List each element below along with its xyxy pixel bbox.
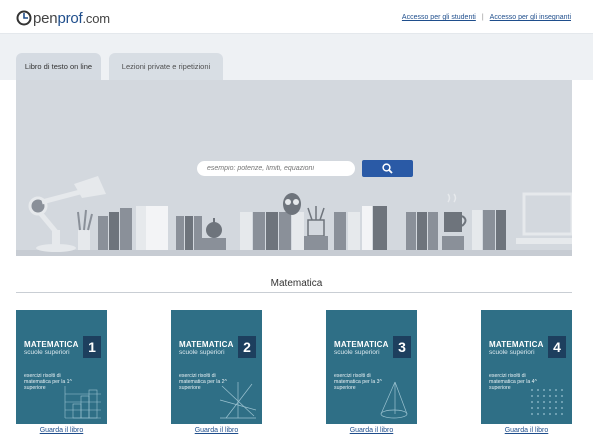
section-title: Matematica [270,278,323,289]
view-book-link[interactable]: Guarda il libro [481,427,572,434]
book-number-badge: 2 [238,336,256,358]
logo-text-pen: pen [33,9,58,27]
pencil-cup-icon [77,209,93,250]
logo-text-prof: prof [57,9,83,27]
teachers-login-link[interactable]: Accesso per gli insegnanti [490,14,571,21]
book-number-badge: 4 [548,336,566,358]
link-separator: | [481,14,484,21]
section-divider [16,292,572,293]
owl-icon [283,193,301,215]
access-links: Accesso per gli studenti | Accesso per g… [402,14,571,21]
tab-private-lessons[interactable]: Lezioni private e ripetizioni [109,53,223,80]
tab-online-textbook[interactable]: Libro di testo on line [16,53,101,80]
top-header: penprof.com Accesso per gli studenti | A… [0,0,593,34]
students-login-link[interactable]: Accesso per gli studenti [402,14,476,21]
apple-icon [202,218,226,250]
book-cover-3[interactable]: MATEMATICA scuole superiori 3 esercizi r… [326,310,417,424]
books-icon [334,206,438,250]
book-title: MATEMATICA [24,340,79,349]
laptop-icon [516,192,572,244]
view-book-link[interactable]: Guarda il libro [326,427,417,434]
logo-text-dotcom: .com [82,10,111,26]
book-title: MATEMATICA [179,340,234,349]
book-subtitle: scuole superiori [179,349,225,356]
logo-text: penprof.com [33,10,110,27]
book-number-badge: 1 [83,336,101,358]
book-subtitle: scuole superiori [24,349,70,356]
book-cover-1[interactable]: MATEMATICA scuole superiori 1 esercizi r… [16,310,107,424]
openprof-logo[interactable]: penprof.com [16,8,110,28]
pencil-holder-icon [304,206,328,250]
book-cover-4[interactable]: MATEMATICA scuole superiori 4 esercizi r… [481,310,572,424]
book-cover-2[interactable]: MATEMATICA scuole superiori 2 esercizi r… [171,310,262,424]
book-number-badge: 3 [393,336,411,358]
geometry-lines-icon [219,382,257,419]
book-subtitle: scuole superiori [334,349,380,356]
books-icon [98,206,202,250]
books-icon [240,212,304,250]
dot-grid-icon [531,389,563,415]
tabs-bar: Libro di testo on line Lezioni private e… [0,34,593,80]
view-book-link[interactable]: Guarda il libro [16,427,107,434]
book-title: MATEMATICA [334,340,389,349]
logo-o-icon [16,10,32,26]
book-subtitle: scuole superiori [489,349,535,356]
cone-icon [380,381,408,419]
book-title: MATEMATICA [489,340,544,349]
desk-lamp-icon [28,176,106,252]
books-icon [472,210,506,250]
search-icon [382,163,393,174]
search-input[interactable] [197,161,355,176]
view-book-link[interactable]: Guarda il libro [171,427,262,434]
hero-banner [16,80,572,256]
coffee-mug-icon [442,193,467,250]
bar-graph-icon [64,386,101,419]
search-button[interactable] [362,160,413,177]
